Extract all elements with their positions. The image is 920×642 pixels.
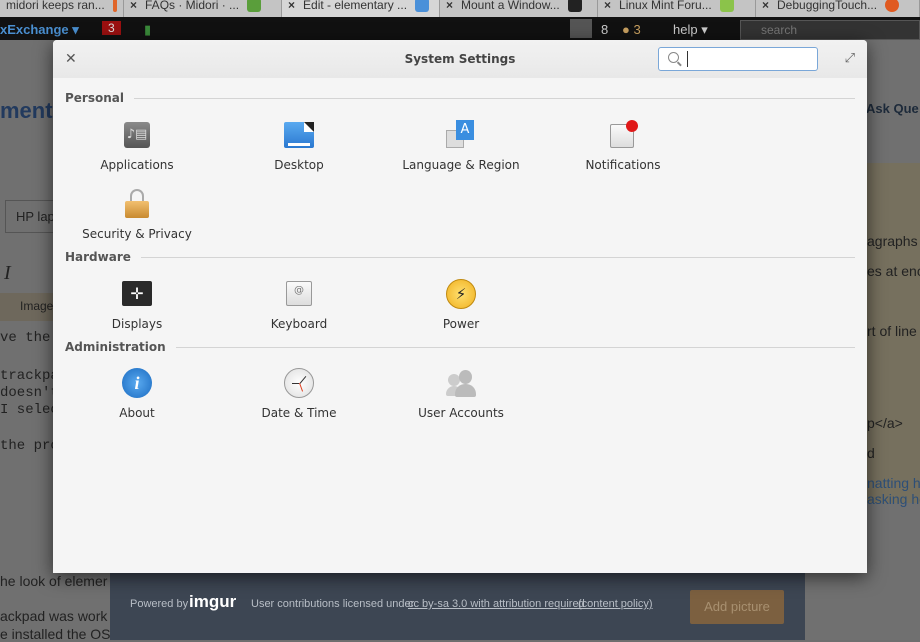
maximize-icon[interactable]: ⤢ <box>845 50 855 66</box>
applications-icon: ♪▤ <box>122 120 152 150</box>
imgur-logo: imgur <box>189 592 237 611</box>
tab-favicon <box>415 0 430 12</box>
browser-tab[interactable]: × Linux Mint Foru... <box>598 0 756 17</box>
tab-favicon <box>719 0 734 12</box>
info-icon: i <box>122 368 152 398</box>
settings-item-notifications[interactable]: Notifications <box>542 120 704 172</box>
settings-item-about[interactable]: i About <box>56 368 218 420</box>
tab-favicon <box>567 0 582 12</box>
section-hardware: Hardware <box>65 250 855 264</box>
close-tab-icon[interactable]: × <box>604 0 611 11</box>
browser-tab[interactable]: × DebuggingTouch... <box>756 0 920 17</box>
users-icon <box>446 368 476 398</box>
section-administration: Administration <box>65 340 855 354</box>
imgur-footer: Powered by imgur User contributions lice… <box>110 573 805 640</box>
search-field[interactable] <box>658 47 818 71</box>
desktop-icon <box>284 120 314 150</box>
lock-icon <box>122 189 152 219</box>
achievements-icon[interactable]: ▮ <box>144 22 151 38</box>
settings-item-date-time[interactable]: Date & Time <box>218 368 380 420</box>
settings-item-language-region[interactable]: A Language & Region <box>380 120 542 172</box>
browser-tab-bar: midori keeps ran... × FAQs · Midori · ...… <box>0 0 920 17</box>
divider <box>175 346 855 348</box>
settings-item-user-accounts[interactable]: User Accounts <box>380 368 542 420</box>
system-settings-window: ✕ System Settings ⤢ Personal ♪▤ Applicat… <box>53 40 867 573</box>
content-policy-link[interactable]: (content policy) <box>578 598 653 610</box>
reputation[interactable]: 8 <box>601 22 608 37</box>
browser-tab[interactable]: × FAQs · Midori · ... <box>124 0 282 17</box>
avatar[interactable] <box>570 19 592 38</box>
add-picture-button[interactable]: Add picture <box>690 590 784 624</box>
settings-item-keyboard[interactable]: @ Keyboard <box>218 279 380 331</box>
language-icon: A <box>446 120 476 150</box>
settings-item-applications[interactable]: ♪▤ Applications <box>56 120 218 172</box>
close-tab-icon[interactable]: × <box>130 0 137 11</box>
site-top-bar: xExchange ▾ 3 ▮ 8 ● 3 help ▾ search <box>0 17 920 40</box>
notifications-icon <box>608 120 638 150</box>
close-tab-icon[interactable]: × <box>446 0 453 11</box>
settings-item-power[interactable]: ⚡ Power <box>380 279 542 331</box>
settings-item-desktop[interactable]: Desktop <box>218 120 380 172</box>
site-brand[interactable]: xExchange ▾ <box>0 22 79 38</box>
clock-icon <box>284 368 314 398</box>
search-input[interactable] <box>687 51 812 67</box>
inbox-count[interactable]: 3 <box>102 21 121 35</box>
browser-tab[interactable]: × Edit - elementary ... <box>282 0 440 17</box>
settings-item-displays[interactable]: ✛ Displays <box>56 279 218 331</box>
help-menu[interactable]: help ▾ <box>673 22 708 38</box>
browser-tab[interactable]: × Mount a Window... <box>440 0 598 17</box>
browser-tab[interactable]: midori keeps ran... <box>0 0 124 17</box>
badge-count[interactable]: ● 3 <box>622 22 641 37</box>
window-titlebar: ✕ System Settings ⤢ <box>53 40 867 78</box>
close-tab-icon[interactable]: × <box>762 0 769 11</box>
close-tab-icon[interactable]: × <box>288 0 295 11</box>
settings-item-security-privacy[interactable]: Security & Privacy <box>56 189 218 241</box>
license-link[interactable]: cc by-sa 3.0 with attribution required <box>408 598 585 610</box>
displays-icon: ✛ <box>122 279 152 309</box>
tab-favicon <box>247 0 262 12</box>
tab-favicon <box>885 0 900 12</box>
site-search[interactable]: search <box>740 20 920 40</box>
section-personal: Personal <box>65 91 855 105</box>
divider <box>140 256 855 258</box>
keyboard-icon: @ <box>284 279 314 309</box>
divider <box>134 97 855 99</box>
power-icon: ⚡ <box>446 279 476 309</box>
tab-favicon <box>112 0 117 12</box>
search-icon <box>668 52 679 63</box>
